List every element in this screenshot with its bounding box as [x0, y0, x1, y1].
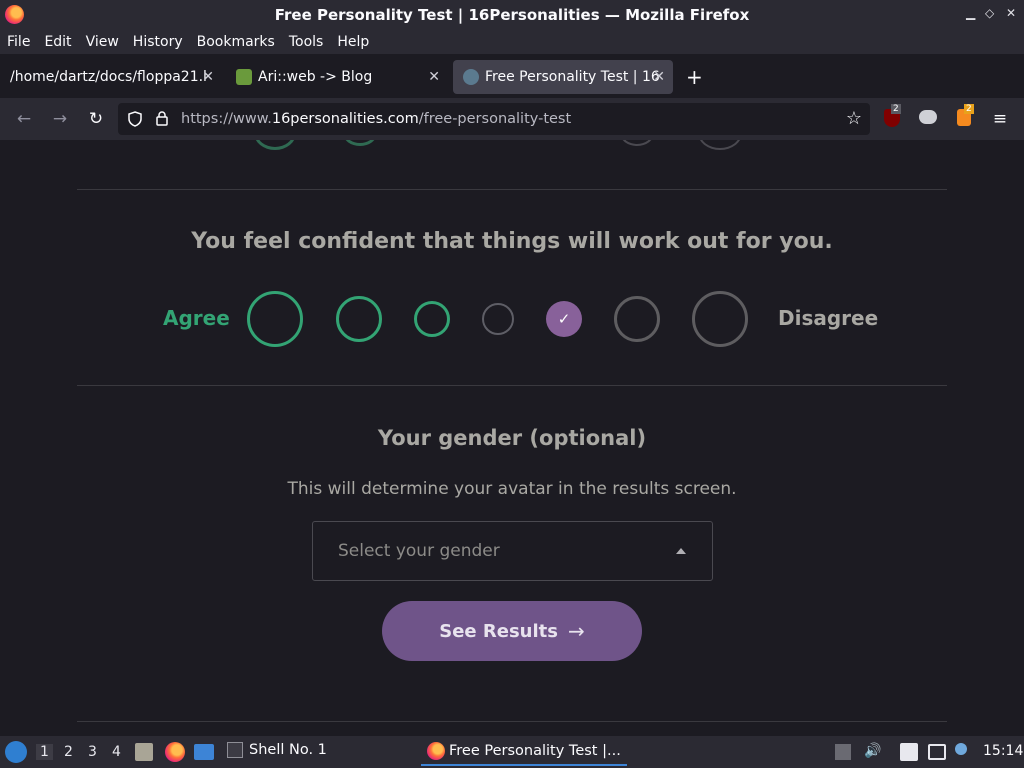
firefox-logo-icon — [5, 5, 24, 24]
reload-icon[interactable]: ↻ — [85, 108, 107, 130]
menu-help[interactable]: Help — [337, 34, 369, 50]
close-tab-icon[interactable]: ✕ — [428, 69, 440, 85]
arrow-right-icon: → — [567, 619, 585, 643]
minimize-icon[interactable]: ▁ — [966, 6, 975, 20]
navigation-bar: ← → ↻ https://www.16personalities.com/fr… — [0, 98, 1024, 140]
workspace-2[interactable]: 2 — [64, 744, 73, 760]
menu-edit[interactable]: Edit — [44, 34, 71, 50]
caret-up-icon — [676, 548, 686, 554]
menu-tools[interactable]: Tools — [289, 34, 324, 50]
option-disagree-slight-selected[interactable]: ✓ — [546, 301, 582, 337]
tab-label: Free Personality Test | 16 — [485, 69, 660, 85]
see-results-button[interactable]: See Results → — [382, 601, 642, 661]
agree-label: Agree — [163, 306, 230, 330]
window-title: Free Personality Test | 16Personalities … — [274, 6, 750, 24]
tab-ariweb[interactable]: Ari::web -> Blog ✕ — [226, 60, 448, 94]
divider — [77, 721, 947, 722]
option-neutral[interactable] — [482, 303, 514, 335]
workspace-3[interactable]: 3 — [88, 744, 97, 760]
back-arrow-icon[interactable]: ← — [13, 108, 35, 130]
clipboard-icon[interactable] — [900, 743, 918, 761]
tray-arrow-icon[interactable] — [835, 744, 851, 760]
task-shell-label: Shell No. 1 — [249, 742, 327, 758]
tab-floppa[interactable]: /home/dartz/docs/floppa21.l ✕ — [0, 60, 222, 94]
checkmark-icon: ✓ — [557, 310, 571, 328]
close-tab-icon[interactable]: ✕ — [202, 69, 214, 85]
tab-label: /home/dartz/docs/floppa21.l — [10, 69, 207, 85]
option-agree-strong[interactable] — [247, 291, 303, 347]
menu-history[interactable]: History — [133, 34, 183, 50]
option-agree[interactable] — [336, 296, 382, 342]
question-text: You feel confident that things will work… — [191, 229, 833, 254]
terminal-icon — [227, 742, 243, 758]
forward-arrow-icon[interactable]: → — [49, 108, 71, 130]
prev-option-circle[interactable] — [343, 140, 377, 146]
gender-select-placeholder: Select your gender — [338, 541, 500, 561]
lock-icon[interactable] — [155, 110, 169, 127]
start-menu-icon[interactable] — [5, 741, 27, 763]
bookmark-star-icon[interactable]: ☆ — [846, 108, 862, 129]
prev-option-circle[interactable] — [254, 140, 296, 150]
gender-subtitle: This will determine your avatar in the r… — [287, 479, 737, 499]
tab-bar: /home/dartz/docs/floppa21.l ✕ Ari::web -… — [0, 56, 1024, 98]
divider — [77, 385, 947, 386]
option-disagree[interactable] — [614, 296, 660, 342]
workspace-4[interactable]: 4 — [112, 744, 121, 760]
option-disagree-strong[interactable] — [692, 291, 748, 347]
hamburger-menu-icon[interactable]: ≡ — [989, 108, 1011, 130]
16personalities-favicon-icon — [463, 69, 479, 85]
divider — [77, 189, 947, 190]
network-icon[interactable] — [928, 744, 946, 760]
extension-badge: 2 — [964, 104, 974, 114]
firefox-task-icon — [427, 742, 445, 760]
desktop-icon[interactable] — [194, 744, 214, 760]
task-shell[interactable]: Shell No. 1 — [227, 742, 327, 758]
prev-option-circle[interactable] — [698, 140, 742, 150]
task-firefox[interactable]: Free Personality Test |... — [421, 738, 627, 766]
taskbar: 1 2 3 4 Shell No. 1 Free Personality Tes… — [0, 736, 1024, 768]
url-bar[interactable]: https://www.16personalities.com/free-per… — [118, 103, 870, 135]
restore-icon[interactable]: ◇ — [985, 6, 994, 20]
close-tab-icon[interactable]: ✕ — [653, 69, 665, 85]
clock[interactable]: 15:14 — [983, 743, 1023, 759]
page-content: You feel confident that things will work… — [0, 140, 1024, 736]
shield-icon[interactable] — [127, 111, 143, 127]
task-firefox-label: Free Personality Test |... — [449, 743, 621, 759]
workspace-1[interactable]: 1 — [36, 744, 53, 760]
gender-title: Your gender (optional) — [377, 426, 647, 450]
see-results-label: See Results — [439, 620, 558, 642]
prev-option-circle[interactable] — [620, 140, 654, 146]
url-domain: 16personalities.com — [271, 111, 419, 127]
firefox-launcher-icon[interactable] — [165, 742, 185, 762]
menu-bookmarks[interactable]: Bookmarks — [197, 34, 275, 50]
ublock-badge: 2 — [891, 104, 901, 114]
close-window-icon[interactable]: ✕ — [1006, 6, 1016, 20]
new-tab-button[interactable]: + — [686, 65, 703, 89]
tab-label: Ari::web -> Blog — [258, 69, 373, 85]
tab-16personalities[interactable]: Free Personality Test | 16 ✕ — [453, 60, 673, 94]
disagree-label: Disagree — [778, 306, 879, 330]
window-titlebar: Free Personality Test | 16Personalities … — [0, 0, 1024, 30]
option-agree-slight[interactable] — [414, 301, 450, 337]
hash-favicon-icon — [236, 69, 252, 85]
url-text[interactable]: https://www.16personalities.com/free-per… — [181, 111, 571, 127]
menu-bar: File Edit View History Bookmarks Tools H… — [0, 30, 1024, 54]
notification-icon[interactable] — [955, 743, 967, 755]
menu-view[interactable]: View — [86, 34, 119, 50]
file-manager-icon[interactable] — [135, 743, 153, 761]
url-prefix: https://www. — [181, 111, 272, 127]
gender-select[interactable]: Select your gender — [312, 521, 713, 581]
volume-icon[interactable]: 🔊 — [864, 743, 881, 759]
url-path: /free-personality-test — [418, 111, 572, 127]
extension-glasses-icon[interactable] — [919, 110, 937, 124]
menu-file[interactable]: File — [7, 34, 30, 50]
